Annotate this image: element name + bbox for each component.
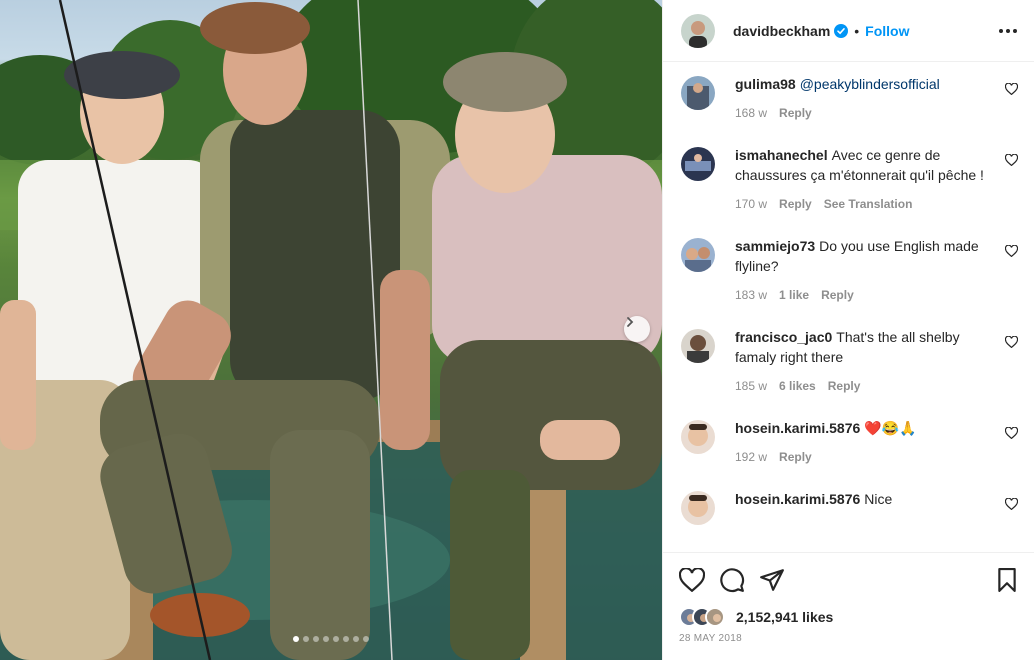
comment-time: 170 w xyxy=(735,197,768,211)
comment-username[interactable]: sammiejo73 xyxy=(735,238,815,254)
comment-item: gulima98 @peakyblindersofficial 168 w Rep… xyxy=(663,74,1034,123)
commenter-avatar[interactable] xyxy=(681,420,715,454)
carousel-dot xyxy=(363,636,369,642)
commenter-avatar[interactable] xyxy=(681,329,715,363)
reply-button[interactable]: Reply xyxy=(779,447,812,467)
like-comment-heart-icon[interactable] xyxy=(1004,244,1019,260)
like-comment-heart-icon[interactable] xyxy=(1004,153,1019,169)
comment-username[interactable]: ismahanechel xyxy=(735,147,828,163)
comment-time: 168 w xyxy=(735,106,768,120)
comment-username[interactable]: hosein.karimi.5876 xyxy=(735,491,860,507)
author-username[interactable]: davidbeckham xyxy=(733,23,830,39)
carousel-dot xyxy=(343,636,349,642)
more-icon xyxy=(999,28,1017,33)
more-options-button[interactable] xyxy=(998,28,1018,34)
verified-badge-icon xyxy=(834,23,849,38)
like-button[interactable] xyxy=(678,566,706,595)
action-icon-row xyxy=(678,565,1018,597)
like-comment-heart-icon[interactable] xyxy=(1004,426,1019,442)
comment-likes[interactable]: 6 likes xyxy=(779,376,816,396)
comment-icon xyxy=(720,567,745,592)
instagram-post-view: davidbeckham • Follow gulima98 @peakybli… xyxy=(0,0,1034,660)
follow-button[interactable]: Follow xyxy=(865,23,909,39)
header-separator: • xyxy=(854,22,860,39)
share-button[interactable] xyxy=(759,568,785,595)
comment-time: 192 w xyxy=(735,450,768,464)
commenter-avatar[interactable] xyxy=(681,491,715,525)
likes-count[interactable]: 2,152,941 likes xyxy=(736,609,833,625)
commenter-avatar[interactable] xyxy=(681,147,715,181)
comment-username[interactable]: gulima98 xyxy=(735,76,796,92)
comments-list[interactable]: gulima98 @peakyblindersofficial 168 w Rep… xyxy=(663,74,1034,550)
carousel-dot xyxy=(293,636,299,642)
comment-item: francisco_jac0 That's the all shelby fama… xyxy=(663,327,1034,396)
likes-row: 2,152,941 likes xyxy=(679,607,1018,627)
like-comment-heart-icon[interactable] xyxy=(1004,497,1019,513)
chevron-right-icon xyxy=(627,317,634,327)
liker-avatars xyxy=(679,607,725,627)
reply-button[interactable]: Reply xyxy=(821,285,854,305)
reply-button[interactable]: Reply xyxy=(828,376,861,396)
carousel-dot xyxy=(313,636,319,642)
comment-text: Nice xyxy=(864,491,893,507)
author-avatar[interactable] xyxy=(681,13,715,48)
commenter-avatar[interactable] xyxy=(681,238,715,272)
carousel-dot xyxy=(323,636,329,642)
comment-item: sammiejo73 Do you use English made flylin… xyxy=(663,236,1034,305)
carousel-dot xyxy=(333,636,339,642)
reply-button[interactable]: Reply xyxy=(779,103,812,123)
see-translation-button[interactable]: See Translation xyxy=(824,194,913,214)
send-icon xyxy=(760,568,784,591)
comment-item: hosein.karimi.5876 ❤️😂🙏 192 w Reply xyxy=(663,418,1034,467)
post-date[interactable]: 28 MAY 2018 xyxy=(679,633,1018,644)
like-comment-heart-icon[interactable] xyxy=(1004,335,1019,351)
comment-likes[interactable]: 1 like xyxy=(779,285,809,305)
post-photo[interactable] xyxy=(0,0,662,660)
post-side-panel: davidbeckham • Follow gulima98 @peakybli… xyxy=(662,0,1034,660)
comment-username[interactable]: francisco_jac0 xyxy=(735,329,832,345)
comment-button[interactable] xyxy=(719,567,745,596)
carousel-indicator xyxy=(0,636,662,642)
next-photo-button[interactable] xyxy=(624,316,650,342)
comment-mention[interactable]: @peakyblindersofficial xyxy=(800,76,940,92)
comment-item: ismahanechel Avec ce genre de chaussures … xyxy=(663,145,1034,214)
like-comment-heart-icon[interactable] xyxy=(1004,82,1019,98)
carousel-dot xyxy=(353,636,359,642)
comment-username[interactable]: hosein.karimi.5876 xyxy=(735,420,860,436)
comment-emoji-text: ❤️😂🙏 xyxy=(864,420,917,436)
carousel-dot xyxy=(303,636,309,642)
save-button[interactable] xyxy=(996,567,1018,595)
post-header: davidbeckham • Follow xyxy=(663,0,1034,62)
bookmark-icon xyxy=(998,567,1016,592)
post-actions: 2,152,941 likes 28 MAY 2018 xyxy=(663,552,1034,644)
commenter-avatar[interactable] xyxy=(681,76,715,110)
heart-icon xyxy=(678,566,706,592)
liker-avatar xyxy=(705,607,725,627)
reply-button[interactable]: Reply xyxy=(779,194,812,214)
comment-time: 183 w xyxy=(735,288,768,302)
comment-item: hosein.karimi.5876 Nice xyxy=(663,489,1034,525)
comment-time: 185 w xyxy=(735,379,768,393)
photo-illustration xyxy=(0,0,662,660)
